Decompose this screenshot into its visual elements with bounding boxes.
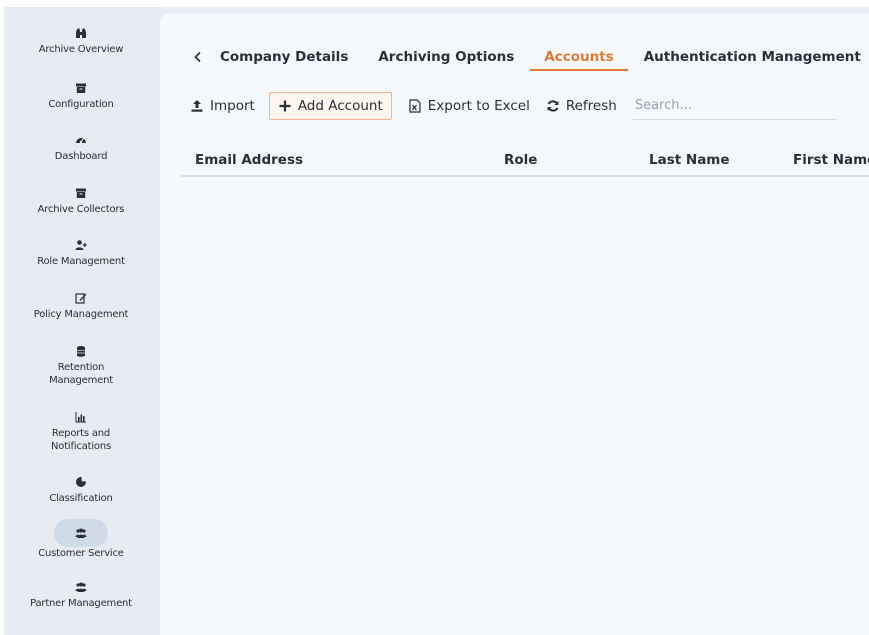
sidebar-item-customer-service[interactable]: Customer Service — [4, 519, 158, 560]
archive-box-icon — [61, 78, 101, 98]
sidebar-item-label: Partner Management — [30, 598, 132, 609]
bar-chart-icon — [61, 407, 101, 427]
sidebar-item-retention-management[interactable]: Retention Management — [4, 341, 158, 387]
import-label: Import — [210, 98, 255, 114]
tab-archiving-options[interactable]: Archiving Options — [378, 47, 514, 77]
sidebar-item-label: Retention Management — [49, 362, 113, 386]
sidebar-item-archive-overview[interactable]: Archive Overview — [4, 23, 158, 56]
table-header: Email Address Role Last Name First Name — [181, 145, 869, 177]
sidebar-item-label: Reports and Notifications — [51, 428, 111, 452]
user-plus-icon — [61, 235, 101, 255]
sidebar-item-configuration[interactable]: Configuration — [4, 78, 158, 111]
edit-icon — [61, 288, 101, 308]
tab-company-details[interactable]: Company Details — [220, 47, 348, 77]
binoculars-icon — [61, 23, 101, 43]
refresh-icon — [547, 100, 559, 112]
import-button[interactable]: Import — [190, 93, 255, 119]
main-panel: Company Details Archiving Options Accoun… — [160, 13, 869, 635]
sidebar-item-label: Policy Management — [33, 309, 129, 320]
users-icon — [61, 577, 101, 597]
column-header-email-address[interactable]: Email Address — [195, 152, 303, 168]
archive-box-icon — [61, 183, 101, 203]
sidebar-item-label: Configuration — [48, 99, 114, 110]
sidebar-item-reports-and-notifications[interactable]: Reports and Notifications — [4, 407, 158, 453]
tab-bar: Company Details Archiving Options Accoun… — [190, 47, 869, 87]
sidebar-item-label: Archive Overview — [38, 44, 124, 55]
search-input[interactable] — [632, 92, 837, 120]
dashboard-gauge-icon — [61, 130, 101, 150]
pie-chart-icon — [61, 472, 101, 492]
sidebar-item-label: Dashboard — [54, 151, 108, 162]
sidebar-item-classification[interactable]: Classification — [4, 472, 158, 505]
plus-icon — [279, 100, 291, 112]
sidebar-item-label: Role Management — [37, 256, 125, 267]
sidebar: Archive Overview Configuration Dashboard… — [4, 7, 158, 635]
refresh-button[interactable]: Refresh — [546, 93, 617, 119]
database-icon — [61, 341, 101, 361]
tab-accounts[interactable]: Accounts — [530, 47, 628, 71]
toolbar: Import Add Account Export to Excel Refre… — [190, 91, 837, 121]
column-header-first-name[interactable]: First Name — [793, 152, 869, 168]
sidebar-item-label: Classification — [49, 493, 113, 504]
sidebar-item-label: Archive Collectors — [37, 204, 125, 215]
users-icon — [54, 519, 108, 547]
sidebar-item-archive-collectors[interactable]: Archive Collectors — [4, 183, 158, 216]
add-account-label: Add Account — [297, 98, 383, 114]
sidebar-item-role-management[interactable]: Role Management — [4, 235, 158, 268]
column-header-last-name[interactable]: Last Name — [649, 152, 730, 168]
refresh-label: Refresh — [565, 98, 617, 114]
sidebar-item-partner-management[interactable]: Partner Management — [4, 577, 158, 610]
back-chevron-icon[interactable] — [190, 47, 206, 67]
export-to-excel-button[interactable]: Export to Excel — [408, 93, 530, 119]
export-label: Export to Excel — [427, 98, 530, 114]
add-account-button[interactable]: Add Account — [268, 92, 392, 120]
sidebar-item-dashboard[interactable]: Dashboard — [4, 130, 158, 163]
column-header-role[interactable]: Role — [504, 152, 537, 168]
sidebar-item-policy-management[interactable]: Policy Management — [4, 288, 158, 321]
sidebar-item-label: Customer Service — [38, 548, 124, 559]
excel-file-icon — [409, 99, 421, 113]
upload-icon — [191, 100, 203, 112]
tab-authentication-management[interactable]: Authentication Management — [644, 47, 861, 77]
